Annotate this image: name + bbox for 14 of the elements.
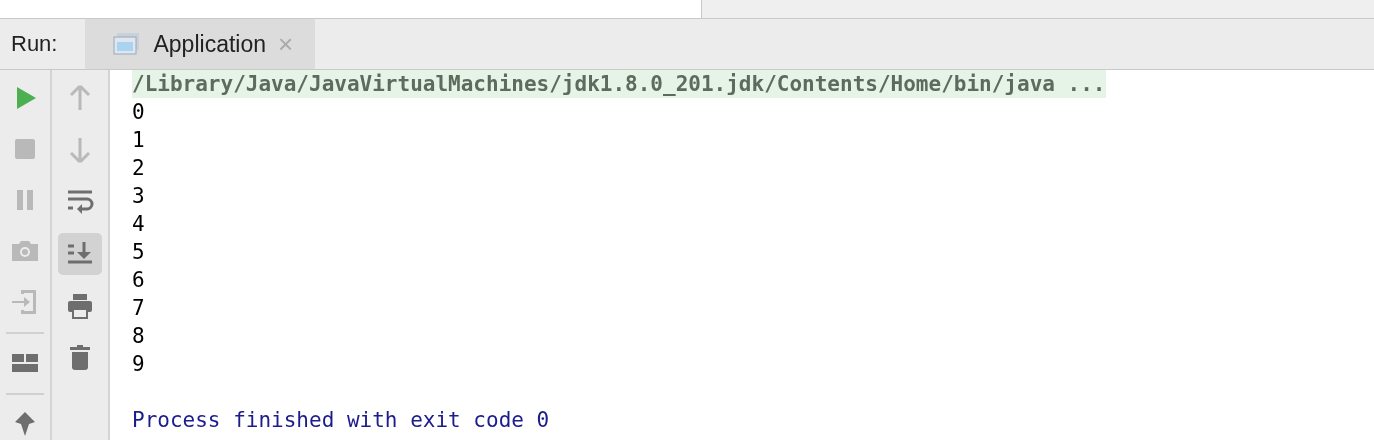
exit-message: Process finished with exit code 0 xyxy=(132,407,550,434)
output-line: 0 xyxy=(132,99,145,126)
output-line: 9 xyxy=(132,351,145,378)
run-tab[interactable]: Application × xyxy=(85,19,316,69)
output-line: 3 xyxy=(132,183,145,210)
run-label: Run: xyxy=(10,30,59,58)
output-line: 8 xyxy=(132,323,145,350)
window-icon xyxy=(113,32,142,56)
output-line: 5 xyxy=(132,239,145,266)
output-line: 1 xyxy=(132,127,145,154)
output-line: 4 xyxy=(132,211,145,238)
output-line: 2 xyxy=(132,155,145,182)
output-line: 7 xyxy=(132,295,145,322)
output-line: 6 xyxy=(132,267,145,294)
